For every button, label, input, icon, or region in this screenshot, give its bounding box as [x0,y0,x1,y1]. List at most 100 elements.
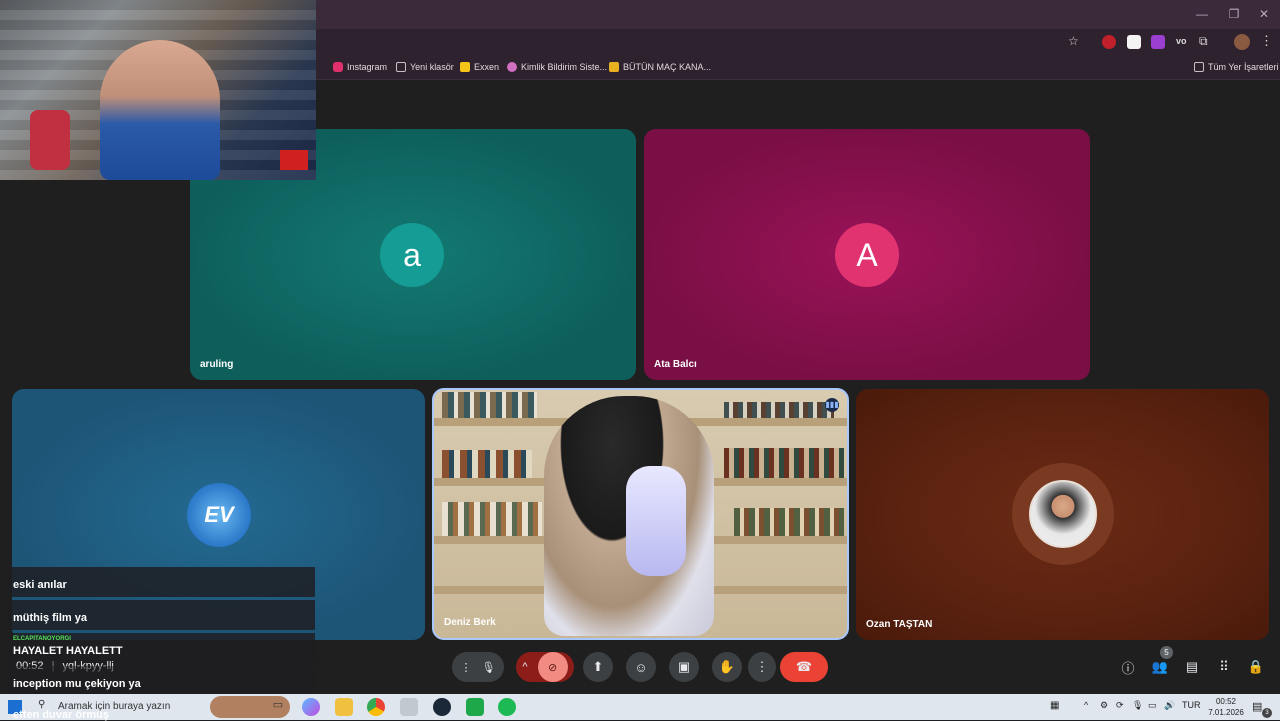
emoji-icon: ☺ [634,659,648,675]
profile-avatar[interactable] [1234,34,1250,50]
extension-icon-red[interactable] [1102,35,1116,49]
raise-hand-button[interactable]: ✋ [712,652,742,682]
books [442,502,542,536]
participant-name: aruling [200,359,234,370]
star-icon[interactable]: ☆ [1068,34,1079,48]
bookmark-label: Instagram [347,62,388,72]
participant-name: Ozan TAŞTAN [866,619,933,630]
bookmark-label: Kimlik Bildirim Siste... [521,62,608,72]
books [724,402,834,418]
steam-icon[interactable] [433,698,451,716]
more-options-button[interactable]: ⋮ [748,652,776,682]
kick-icon[interactable] [466,698,484,716]
participant-avatar-photo [1029,480,1097,548]
camera-off-icon[interactable]: ⊘ [537,652,568,682]
all-bookmarks[interactable]: Tüm Yer İşaretleri [1194,60,1279,74]
chat-message: müthiş film ya [8,600,315,630]
file-explorer-icon[interactable] [335,698,353,716]
chat-text: eski anılar [13,579,67,591]
network-icon[interactable]: ▭ [1148,700,1157,711]
bookmark-yeni-klasor[interactable]: Yeni klasör [396,60,454,74]
headphones [626,466,686,576]
clock[interactable]: 00:52 7.01.2026 [1206,696,1246,718]
hand-icon: ✋ [718,659,736,674]
participant-tile-ata-balci[interactable]: A Ata Balcı [644,129,1090,380]
app-icon[interactable] [400,698,418,716]
chat-text: HAYALET HAYALETT [13,645,123,657]
camera-options-chevron-icon[interactable]: ^ [522,661,527,673]
tray-app-icon[interactable]: ▦ [1050,700,1059,711]
microphone [30,110,70,170]
restore-icon[interactable]: ❐ [1226,6,1242,22]
copilot-icon[interactable] [302,698,320,716]
bookmark-exxen[interactable]: Exxen [460,60,499,74]
chat-message: eski anılar [8,567,315,597]
streamer-webcam-overlay [0,0,316,180]
books [442,450,532,478]
present-screen-button[interactable]: ⬆ [583,652,613,682]
folder-icon [1194,62,1204,72]
bookmark-label: BÜTÜN MAÇ KANA... [623,62,712,72]
minimize-icon[interactable]: — [1194,6,1210,22]
participant-avatar: A [835,223,899,287]
books [724,448,844,478]
chrome-icon[interactable] [367,698,385,716]
more-vert-icon: ⋮ [755,659,769,674]
flag [280,150,308,170]
all-bookmarks-label: Tüm Yer İşaretleri [1208,62,1279,72]
chat-text: etten duvar örmüş [13,709,109,721]
end-call-button[interactable]: ☎ [780,652,828,682]
participant-name: Ata Balcı [654,359,697,370]
chat-message: inception mu çekiyon ya [8,666,315,696]
spotify-icon[interactable] [498,698,516,716]
bookmark-instagram[interactable]: Instagram [333,60,387,74]
hang-up-icon: ☎ [795,659,813,674]
browser-menu-icon[interactable]: ⋮ [1260,33,1273,49]
bookmark-label: Yeni klasör [410,62,454,72]
language-indicator[interactable]: TUR [1182,700,1201,710]
extensions-puzzle-icon[interactable]: ⧉ [1199,34,1208,49]
activities-icon[interactable]: ⠿ [1214,657,1234,677]
bookmark-site-icon [609,62,619,72]
chat-username: ELCAPITANOYORGI [13,636,71,642]
participants-count-badge: 5 [1160,646,1173,659]
extension-icon-white[interactable] [1127,35,1141,49]
chat-text: müthiş film ya [13,612,87,624]
tray-sync-icon[interactable]: ⟳ [1116,700,1124,711]
books [442,392,537,418]
participant-name: Deniz Berk [444,617,496,628]
participant-avatar: a [380,223,444,287]
bookmark-kimlik[interactable]: Kimlik Bildirim Siste... [507,60,607,74]
captions-icon: ▣ [677,659,691,674]
notification-icon[interactable]: ▤ [1252,700,1262,713]
present-icon: ⬆ [592,659,604,674]
close-icon[interactable]: ✕ [1256,6,1272,22]
tray-settings-icon[interactable]: ⚙ [1100,700,1108,711]
notification-count-badge: 3 [1262,708,1272,718]
folder-icon [396,62,406,72]
meeting-details-icon[interactable]: ⓘ [1118,657,1138,677]
reactions-button[interactable]: ☺ [626,652,656,682]
bookmark-butun-mac[interactable]: BÜTÜN MAÇ KANA... [609,60,711,74]
streamer-person [100,40,220,180]
extension-icon-purple[interactable] [1151,35,1165,49]
people-icon[interactable]: 👥 [1150,657,1170,677]
speaking-indicator-icon: ▮▮▮ [825,398,839,412]
host-controls-icon[interactable]: 🔒 [1246,657,1266,677]
instagram-icon [333,62,343,72]
extension-vo-icon[interactable]: vo [1176,36,1187,46]
tray-chevron-icon[interactable]: ^ [1084,700,1088,710]
bookmark-label: Exxen [474,62,500,72]
participant-tile-deniz-berk[interactable]: ▮▮▮ Deniz Berk [432,388,849,640]
task-view-icon[interactable]: ▭ [269,698,287,716]
chat-icon[interactable]: ▤ [1182,657,1202,677]
clock-date: 7.01.2026 [1208,708,1244,717]
mic-icon[interactable]: 🎙 [482,661,496,674]
participant-avatar: EV [187,483,251,547]
volume-icon[interactable]: 🔊 [1164,700,1175,711]
tray-mic-icon[interactable]: 🎙 [1132,700,1143,711]
captions-button[interactable]: ▣ [669,652,699,682]
audio-settings-icon[interactable]: ⋮ [461,661,472,674]
participant-tile-ozan-tastan[interactable]: Ozan TAŞTAN [856,389,1269,640]
clock-time: 00:52 [1215,697,1237,706]
